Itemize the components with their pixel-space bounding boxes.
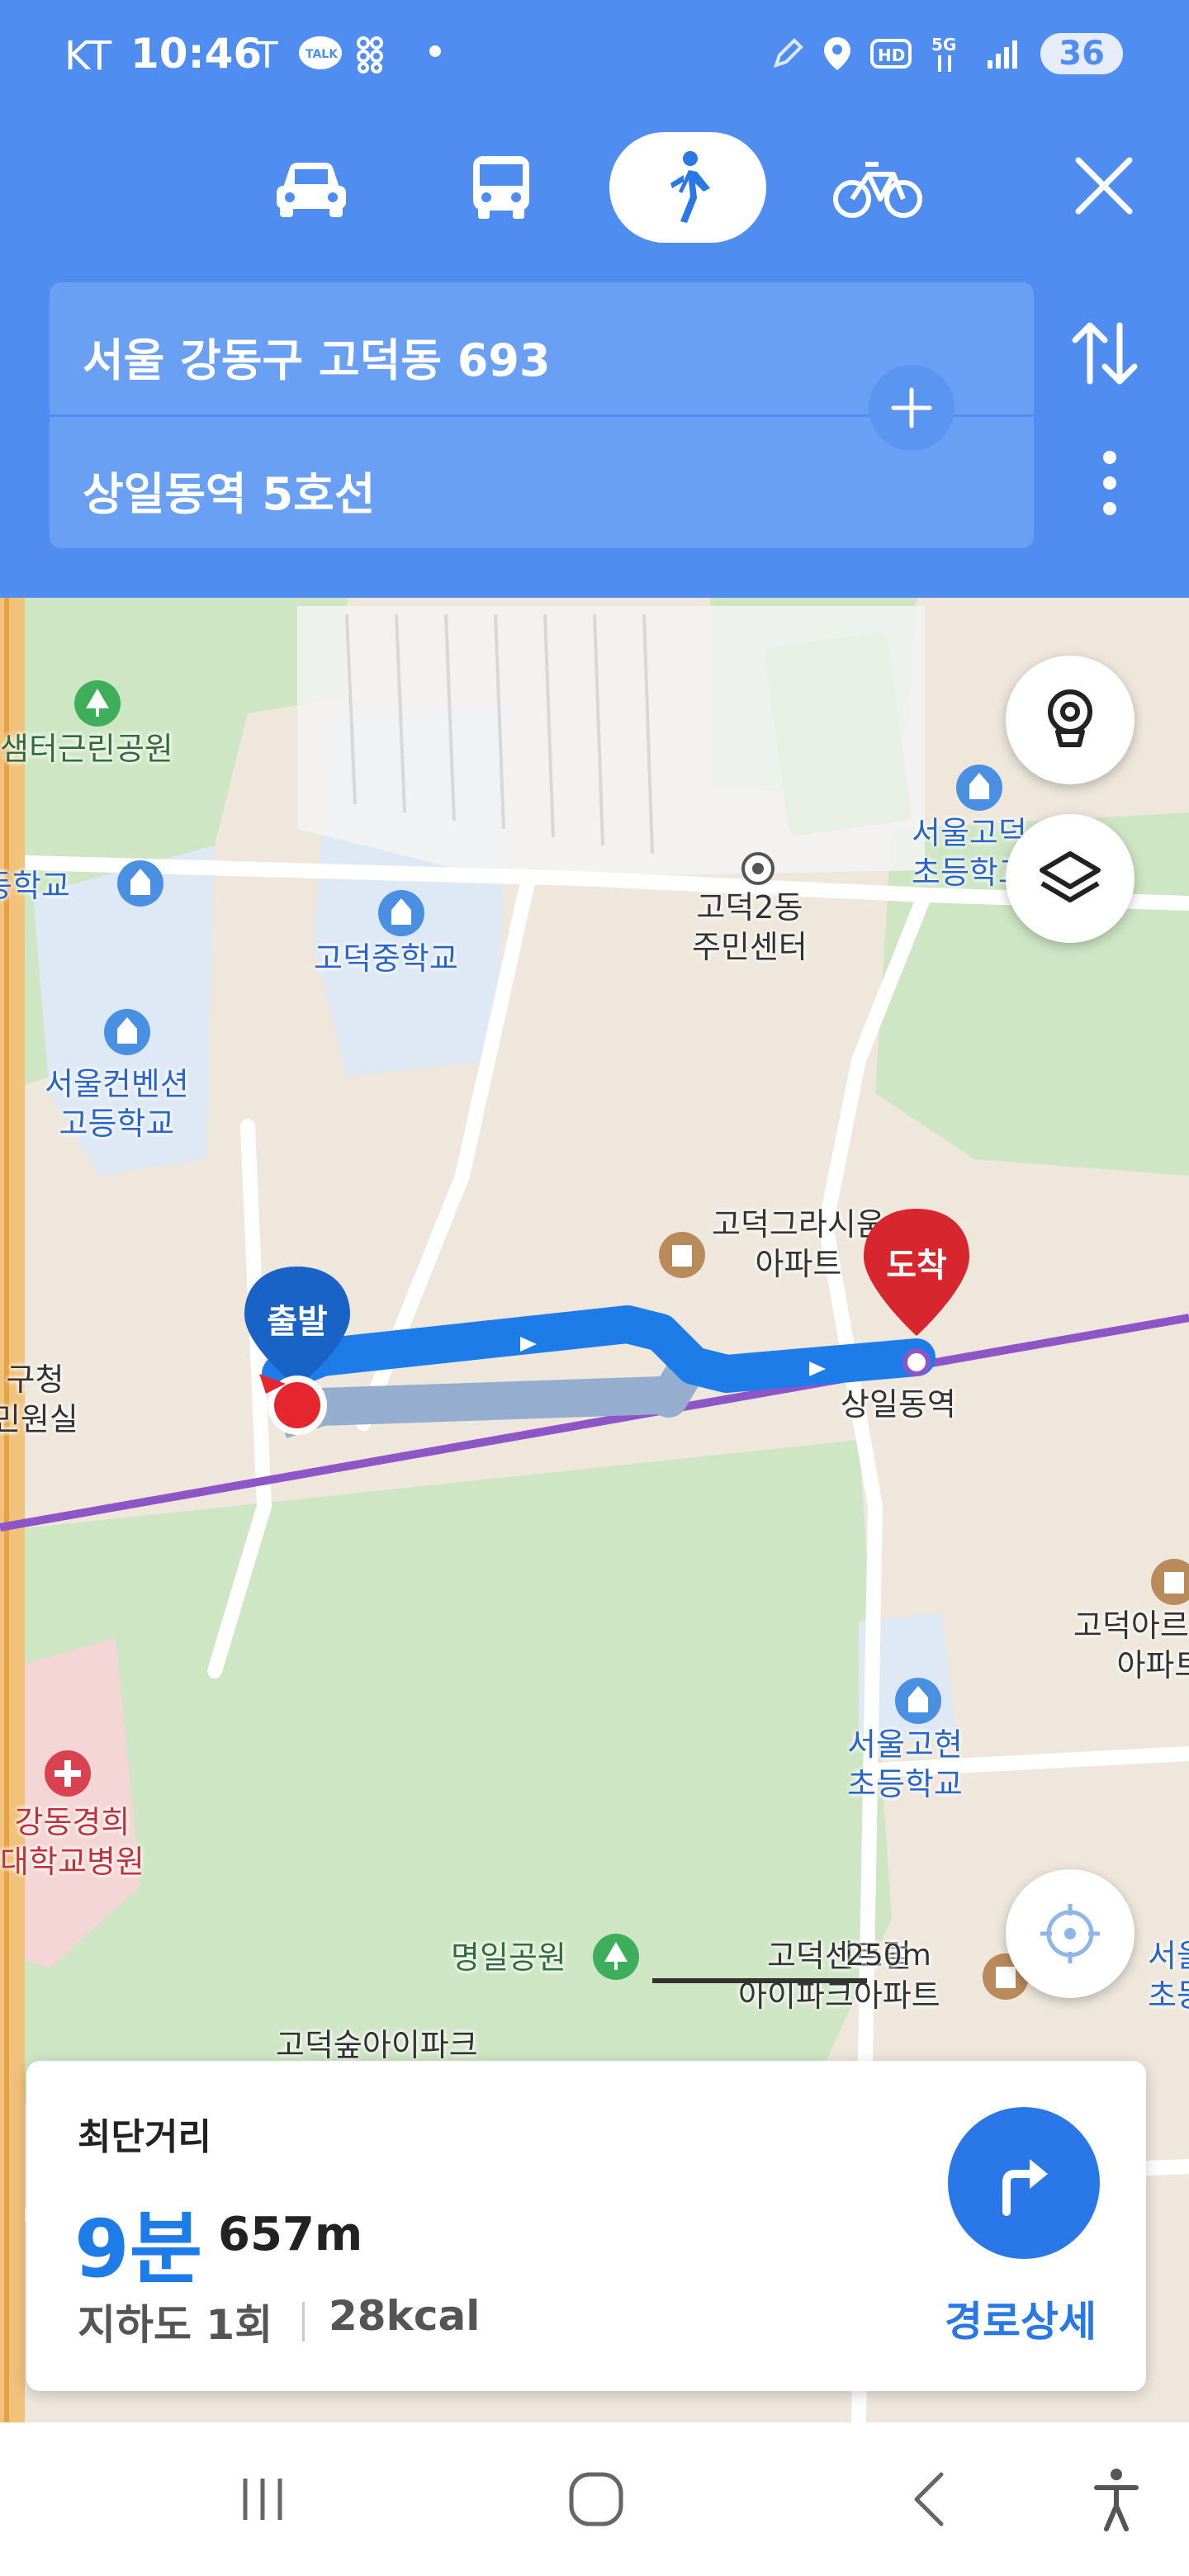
back-button[interactable] bbox=[888, 2462, 971, 2536]
swap-icon bbox=[1072, 322, 1138, 385]
route-calories: 28kcal bbox=[329, 2292, 481, 2340]
map-label-school[interactable]: 동학교 bbox=[0, 867, 70, 907]
map-label-school[interactable]: 고덕중학교 bbox=[314, 940, 458, 979]
more-vert-icon bbox=[1103, 451, 1116, 515]
route-details-label[interactable]: 경로상세 bbox=[945, 2289, 1097, 2348]
recents-icon bbox=[243, 2479, 282, 2520]
location-icon bbox=[824, 37, 851, 70]
route-duration: 9분 bbox=[74, 2203, 203, 2295]
station-marker bbox=[902, 1348, 931, 1376]
school-icon bbox=[104, 1009, 150, 1055]
clock: 10:46 bbox=[130, 30, 263, 78]
accessibility-icon bbox=[1094, 2469, 1139, 2531]
back-icon bbox=[914, 2472, 944, 2526]
t-icon: T bbox=[256, 35, 278, 76]
tab-walk[interactable] bbox=[609, 132, 766, 243]
map-label-office[interactable]: 구청 민원실 bbox=[0, 1361, 78, 1439]
transport-mode-tabs bbox=[0, 132, 1189, 243]
recent-apps-button[interactable] bbox=[221, 2462, 304, 2536]
my-location-button[interactable] bbox=[1006, 1869, 1135, 1998]
start-pin-label: 출발 bbox=[267, 1303, 328, 1341]
add-waypoint-button[interactable] bbox=[869, 365, 955, 451]
map-label-park[interactable]: 명일공원 bbox=[451, 1939, 566, 1978]
tab-bus[interactable] bbox=[423, 132, 580, 243]
map-label-school[interactable]: 서울컨벤션 고등학교 bbox=[45, 1065, 189, 1144]
scale-bar bbox=[652, 1972, 867, 1983]
tab-car[interactable] bbox=[233, 132, 390, 243]
svg-text:TALK: TALK bbox=[306, 48, 339, 61]
apartment-icon bbox=[659, 1232, 705, 1278]
map-label-school[interactable]: 서울고현 초등학교 bbox=[847, 1726, 963, 1804]
school-icon bbox=[956, 765, 1002, 811]
crosshair-icon bbox=[1040, 1904, 1100, 1963]
end-pin-label: 도착 bbox=[886, 1247, 947, 1285]
turn-right-icon bbox=[1002, 2159, 1048, 2216]
route-summary-card[interactable]: 최단거리 9분 657m 지하도 1회 28kcal 경로상세 bbox=[26, 2061, 1146, 2391]
plus-icon bbox=[891, 387, 932, 429]
route-type-label: 최단거리 bbox=[78, 2116, 211, 2158]
car-icon bbox=[277, 163, 346, 217]
signal-icon bbox=[988, 40, 1018, 69]
battery-level: 36 bbox=[1040, 33, 1123, 74]
route-distance: 657m bbox=[218, 2208, 363, 2261]
walk-icon bbox=[670, 151, 710, 223]
pen-icon bbox=[774, 38, 804, 69]
park-icon bbox=[593, 1934, 639, 1980]
bus-icon bbox=[473, 156, 529, 219]
route-underpass-count: 지하도 1회 bbox=[78, 2301, 273, 2349]
svg-text:HD: HD bbox=[878, 45, 905, 65]
map-layers-button[interactable] bbox=[1006, 814, 1135, 943]
apartment-icon bbox=[1151, 1559, 1189, 1605]
origin-field[interactable]: 서울 강동구 고덕동 693 bbox=[83, 324, 551, 389]
close-icon bbox=[1075, 157, 1133, 215]
camera-view-icon bbox=[1048, 689, 1092, 747]
system-nav-bar bbox=[0, 2422, 1189, 2576]
street-view-button[interactable] bbox=[1006, 656, 1135, 784]
map-label-station[interactable]: 상일동역 bbox=[841, 1385, 956, 1425]
swap-route-button[interactable] bbox=[1063, 312, 1146, 395]
hospital-icon bbox=[45, 1750, 91, 1797]
tab-bike[interactable] bbox=[799, 132, 956, 243]
home-icon bbox=[569, 2472, 623, 2526]
route-header: KT 10:46 T TALK HD 5G 36 서울 강동구 고덕동 693 … bbox=[0, 0, 1189, 598]
school-icon bbox=[378, 890, 424, 936]
more-options-button[interactable] bbox=[1093, 446, 1126, 520]
park-icon bbox=[74, 680, 121, 727]
scale-label: 250m bbox=[846, 1939, 931, 1972]
bike-icon bbox=[833, 162, 922, 218]
map-label-park[interactable]: 샘터근린공원 bbox=[0, 730, 173, 769]
map-label-school[interactable]: 서울 초등 bbox=[1148, 1937, 1189, 2015]
hd-icon: HD bbox=[870, 39, 912, 69]
layers-icon bbox=[1040, 851, 1101, 902]
notification-icons: T TALK bbox=[255, 33, 405, 84]
route-details-button[interactable] bbox=[948, 2107, 1100, 2259]
notification-dot bbox=[429, 45, 441, 57]
map-label-community-center[interactable]: 고덕2동 주민센터 bbox=[692, 888, 808, 967]
map-label-apartment[interactable]: 고덕숲아이파크 bbox=[276, 2026, 478, 2066]
summary-divider bbox=[302, 2302, 305, 2342]
map-label-apartment[interactable]: 고덕아르테온 아파트 bbox=[1073, 1607, 1189, 1685]
school-icon bbox=[895, 1678, 941, 1724]
grid-icon bbox=[357, 36, 383, 73]
current-location-marker bbox=[259, 1374, 327, 1435]
5g-icon: 5G bbox=[931, 35, 957, 72]
carrier-label: KT bbox=[64, 33, 112, 79]
svg-text:5G: 5G bbox=[931, 35, 956, 54]
end-pin[interactable]: 도착 bbox=[859, 1205, 974, 1346]
status-bar: KT 10:46 T TALK HD 5G 36 bbox=[0, 0, 1189, 107]
accessibility-button[interactable] bbox=[1075, 2462, 1158, 2536]
destination-field[interactable]: 상일동역 5호선 bbox=[83, 457, 375, 523]
school-icon bbox=[117, 860, 163, 907]
community-center-icon bbox=[741, 852, 775, 885]
home-button[interactable] bbox=[555, 2462, 637, 2536]
map-label-hospital[interactable]: 강동경희 대학교병원 bbox=[0, 1803, 144, 1882]
close-button[interactable] bbox=[1067, 149, 1141, 223]
status-icons: HD 5G 36 bbox=[771, 33, 1123, 74]
